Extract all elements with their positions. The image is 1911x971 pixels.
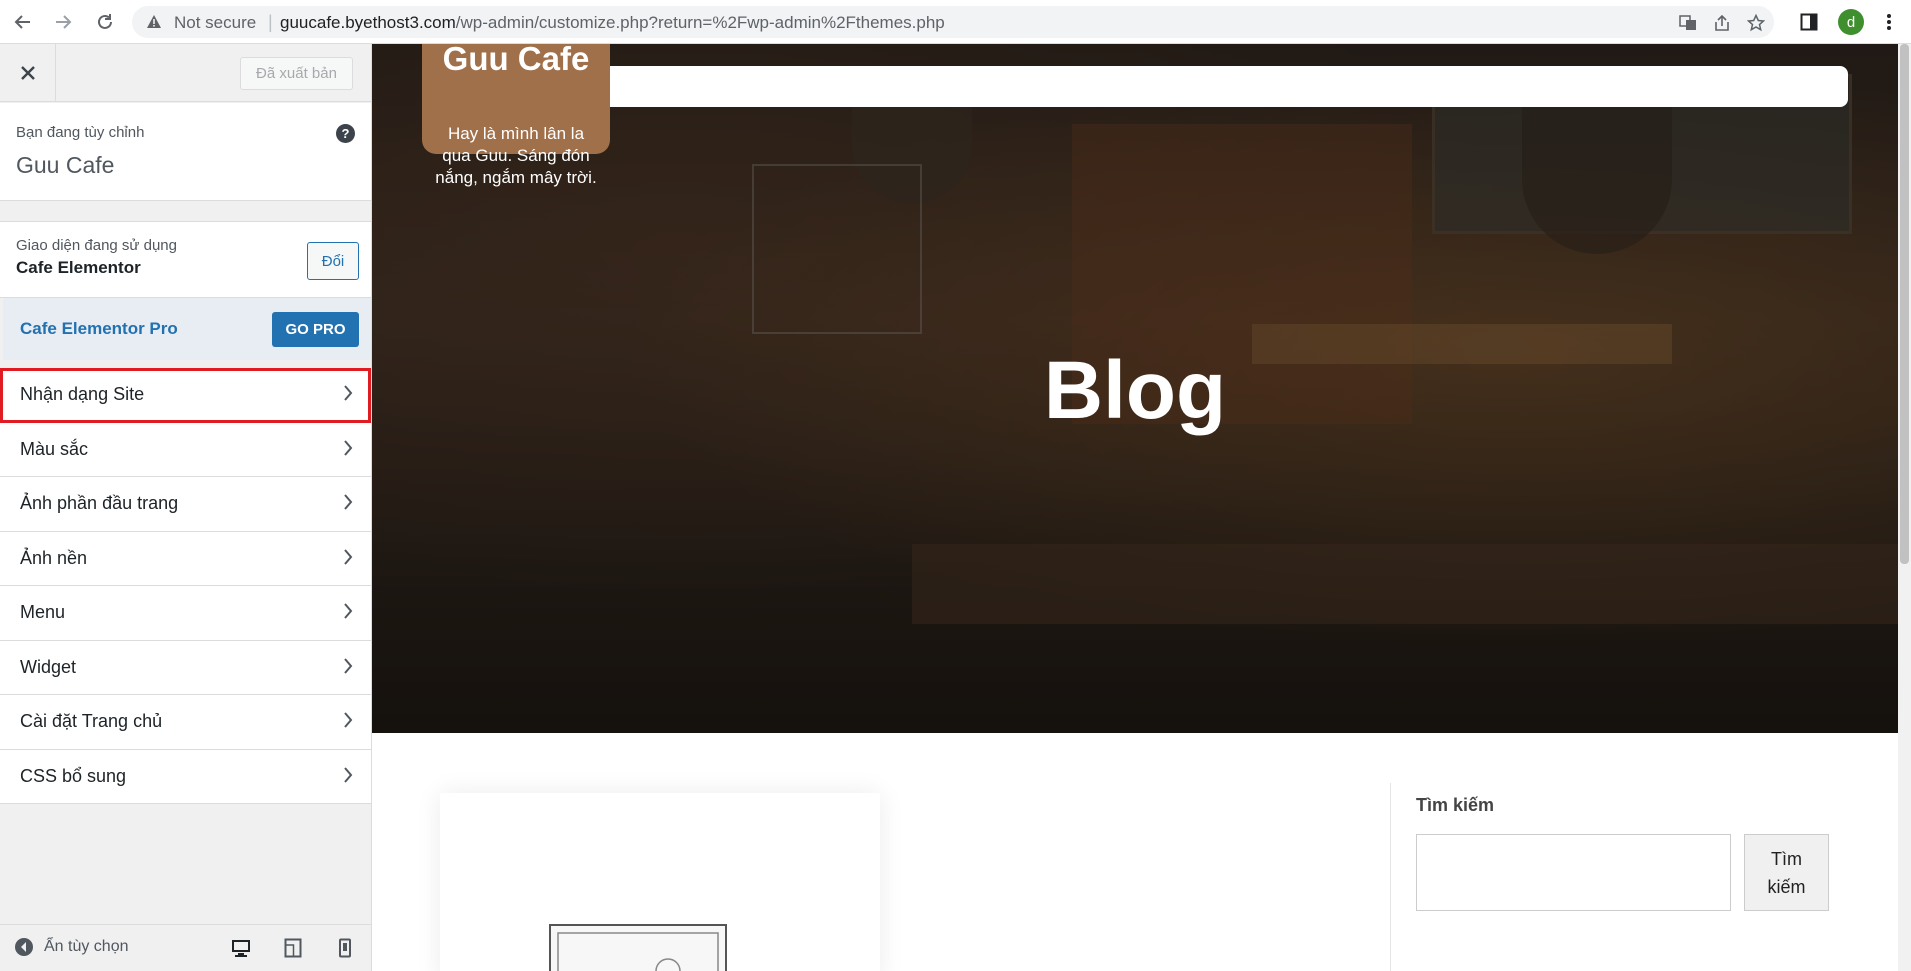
close-icon [20,66,35,80]
menu-item-menus[interactable]: Menu [0,586,371,641]
url-separator: | [268,12,273,32]
site-preview: Guu Cafe Hay là mình lân la qua Guu. Sán… [372,44,1898,971]
back-arrow-icon[interactable] [8,7,38,37]
profile-avatar[interactable]: d [1838,9,1864,35]
reload-icon[interactable] [90,7,120,37]
chevron-right-icon [343,603,353,624]
customizing-label: Bạn đang tùy chỉnh [16,124,145,141]
url-path: /wp-admin/customize.php?return=%2Fwp-adm… [455,13,945,32]
customizer-panel: Đã xuất bản Bạn đang tùy chỉnh Guu Cafe … [0,44,372,971]
active-theme-label: Giao diện đang sử dụng [16,237,177,254]
translate-icon[interactable] [1678,13,1698,33]
preview-scrollbar[interactable] [1898,44,1911,971]
hide-controls-label: Ẩn tùy chọn [44,938,129,955]
menu-item-background-image[interactable]: Ảnh nền [0,531,371,586]
menu-item-additional-css[interactable]: CSS bổ sung [0,749,371,804]
help-icon[interactable]: ? [336,124,355,143]
customizing-info: Bạn đang tùy chỉnh Guu Cafe ? [0,103,371,201]
chevron-right-icon [343,385,353,406]
menu-item-site-identity[interactable]: Nhận dạng Site [0,368,371,423]
publish-button[interactable]: Đã xuất bản [240,57,353,90]
share-icon[interactable] [1712,13,1732,33]
menu-item-label: Cài đặt Trang chủ [20,711,163,731]
menu-item-homepage-settings[interactable]: Cài đặt Trang chủ [0,695,371,750]
scrollbar-thumb[interactable] [1900,44,1909,564]
menu-item-widgets[interactable]: Widget [0,640,371,695]
chevron-right-icon [343,494,353,515]
top-navigation-bar [557,66,1848,107]
tablet-preview-icon[interactable] [282,937,304,959]
menu-item-label: Nhận dạng Site [20,384,145,404]
bookmark-star-icon[interactable] [1746,13,1766,33]
search-input[interactable] [1416,834,1731,911]
sidebar-divider [1390,783,1391,971]
address-bar[interactable]: Not secure | guucafe.byethost3.com/wp-ad… [132,6,1774,38]
menu-item-header-image[interactable]: Ảnh phần đầu trang [0,477,371,532]
browser-toolbar: Not secure | guucafe.byethost3.com/wp-ad… [0,0,1911,44]
go-pro-button[interactable]: GO PRO [272,312,359,347]
placeholder-image-icon [549,924,727,971]
menu-item-label: Màu sắc [20,438,89,459]
chevron-right-icon [343,439,353,461]
hide-controls-button[interactable]: Ẩn tùy chọn [14,937,129,957]
hero-title: Blog [1043,345,1227,436]
customizer-menu: Nhận dạng Site Màu sắc Ảnh phần đầu tran… [0,368,371,804]
chevron-right-icon [343,657,353,679]
warning-icon[interactable] [146,14,162,35]
content-area: Tìm kiếm Tìm kiếm [372,733,1898,971]
customizer-header: Đã xuất bản [0,44,371,102]
menu-item-label: Ảnh nền [20,547,88,568]
menu-item-colors[interactable]: Màu sắc [0,422,371,477]
hero-banner: Guu Cafe Hay là mình lân la qua Guu. Sán… [372,44,1898,733]
site-title: Guu Cafe [16,152,115,178]
mobile-preview-icon[interactable] [334,937,356,959]
pro-label: Cafe Elementor Pro [20,319,178,338]
pro-upsell-section: Cafe Elementor Pro GO PRO [3,298,371,360]
kebab-menu-icon[interactable] [1876,9,1902,35]
collapse-arrow-icon [15,938,33,956]
chevron-right-icon [343,712,353,733]
menu-item-label: Widget [20,656,77,677]
customizer-footer: Ẩn tùy chọn [0,924,371,971]
menu-item-label: CSS bổ sung [20,765,127,786]
side-panel-icon[interactable] [1796,9,1822,35]
security-label: Not secure [174,13,257,32]
change-theme-button[interactable]: Đổi [307,242,359,280]
chevron-right-icon [343,548,353,570]
active-theme-name: Cafe Elementor [16,258,141,277]
search-widget-heading: Tìm kiếm [1416,795,1495,815]
site-tagline: Hay là mình lân la qua Guu. Sáng đón nắn… [435,124,597,187]
close-customizer-button[interactable] [0,44,56,102]
url-host: guucafe.byethost3.com [280,13,456,32]
url-text[interactable]: guucafe.byethost3.com/wp-admin/customize… [280,13,945,33]
chevron-right-icon [343,766,353,788]
site-logo-title[interactable]: Guu Cafe [422,44,610,80]
menu-item-label: Menu [20,602,66,622]
menu-item-label: Ảnh phần đầu trang [20,493,179,513]
post-card[interactable] [440,793,880,971]
search-button[interactable]: Tìm kiếm [1744,834,1829,911]
desktop-preview-icon[interactable] [230,937,252,959]
forward-arrow-icon[interactable] [48,7,78,37]
active-theme-section: Giao diện đang sử dụng Cafe Elementor Đổ… [0,221,371,298]
